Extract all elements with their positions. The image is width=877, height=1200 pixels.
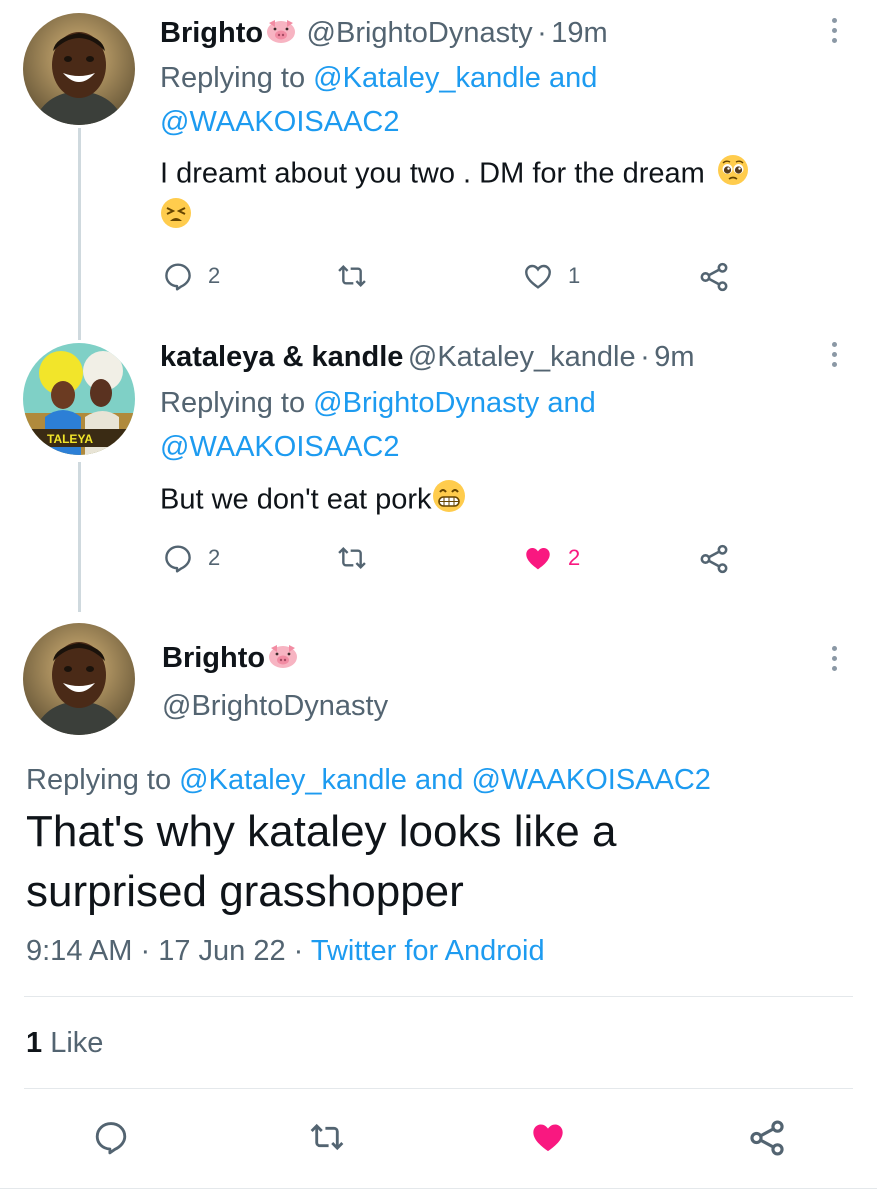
divider [24,1088,853,1089]
reply-button[interactable]: 2 [162,542,220,574]
tweet-meta: 9:14 AM · 17 Jun 22 · Twitter for Androi… [26,933,545,969]
more-options-icon[interactable] [832,646,838,676]
mention-link[interactable]: @WAAKOISAAC2 [160,431,399,463]
share-button[interactable] [697,542,731,576]
tweet-text-line: surprised grasshopper [26,867,464,916]
like-button[interactable]: 1 [522,260,580,292]
like-count: 1 [568,263,581,288]
separator: · [293,935,304,967]
tweet-source-link[interactable]: Twitter for Android [311,935,545,967]
retweet-button[interactable] [306,1118,348,1156]
divider [0,1188,877,1189]
divider [24,996,853,997]
reply-icon [95,1122,127,1155]
reply-count: 2 [208,545,221,570]
avatar-banner-text: TALEYA [47,432,93,446]
tired-face-emoji [160,197,192,234]
separator: · [640,341,650,373]
pig-face-emoji [268,643,298,683]
mention-link[interactable]: @Kataley_kandle [313,62,541,94]
likes-label: Like [50,1027,104,1059]
separator: · [537,17,547,49]
retweet-button[interactable] [335,542,369,574]
mention-link[interactable]: @BrightoDynasty [313,387,539,419]
user-handle[interactable]: @BrightoDynasty [307,17,533,49]
retweet-icon [310,1123,344,1151]
mention-conjunction: and [414,764,464,796]
mention-conjunction: and [547,387,596,419]
replying-to: Replying to @Kataley_kandle and @WAAKOIS… [26,762,711,798]
like-button[interactable]: 2 [522,542,580,574]
more-options-icon[interactable] [832,18,838,48]
timestamp[interactable]: 19m [551,17,607,49]
timestamp[interactable]: 9m [654,341,694,373]
pleading-face-emoji [717,154,749,196]
likes-stat[interactable]: 1 Like [26,1025,103,1061]
replying-label: Replying to [26,764,172,796]
heart-filled-icon [533,1124,563,1152]
tweet-text: But we don't eat pork [160,483,432,516]
like-count: 2 [568,545,581,570]
tweet-date[interactable]: 17 Jun 22 [158,935,285,967]
mention-conjunction: and [548,62,598,94]
pig-face-emoji [266,18,296,57]
tweet-time[interactable]: 9:14 AM [26,935,132,967]
replying-to: Replying to @BrightoDynasty and [160,385,596,421]
user-handle[interactable]: @BrightoDynasty [162,690,388,722]
share-icon [700,544,728,574]
tweet-text-line: That's why kataley looks like a [26,807,617,856]
retweet-icon [338,546,366,570]
retweet-button[interactable] [335,260,369,292]
heart-filled-icon [526,548,550,570]
reply-button[interactable]: 2 [162,260,220,292]
share-button[interactable] [746,1117,788,1159]
display-name[interactable]: kataleya & kandle [160,341,403,373]
like-button[interactable] [527,1117,569,1157]
thread-line [78,462,81,612]
display-name[interactable]: Brighto [162,642,265,674]
display-name[interactable]: Brighto [160,17,263,49]
replying-to: Replying to @Kataley_kandle and [160,60,597,96]
avatar[interactable]: TALEYA [23,343,135,455]
avatar[interactable] [23,13,135,125]
likes-count: 1 [26,1027,43,1059]
mention-link[interactable]: @WAAKOISAAC2 [160,106,399,138]
share-button[interactable] [697,260,731,294]
grinning-face-emoji [432,479,466,523]
thread-line [78,128,81,340]
mention-link[interactable]: @WAAKOISAAC2 [471,764,710,796]
reply-count: 2 [208,263,221,288]
tweet-text: That's why kataley looks like a surprise… [26,802,616,922]
reply-button[interactable] [92,1118,130,1156]
avatar[interactable] [23,623,135,735]
heart-outline-icon [525,264,551,289]
replying-label: Replying to [160,62,306,94]
user-handle[interactable]: @Kataley_kandle [408,341,636,373]
tweet-text: I dreamt about you two . DM for the drea… [160,157,705,190]
retweet-icon [338,264,366,288]
reply-icon [165,263,191,291]
separator: · [140,935,151,967]
more-options-icon[interactable] [832,342,838,372]
share-icon [750,1120,784,1156]
mention-link[interactable]: @Kataley_kandle [179,764,407,796]
replying-label: Replying to [160,387,306,419]
share-icon [700,262,728,292]
reply-icon [165,545,191,573]
